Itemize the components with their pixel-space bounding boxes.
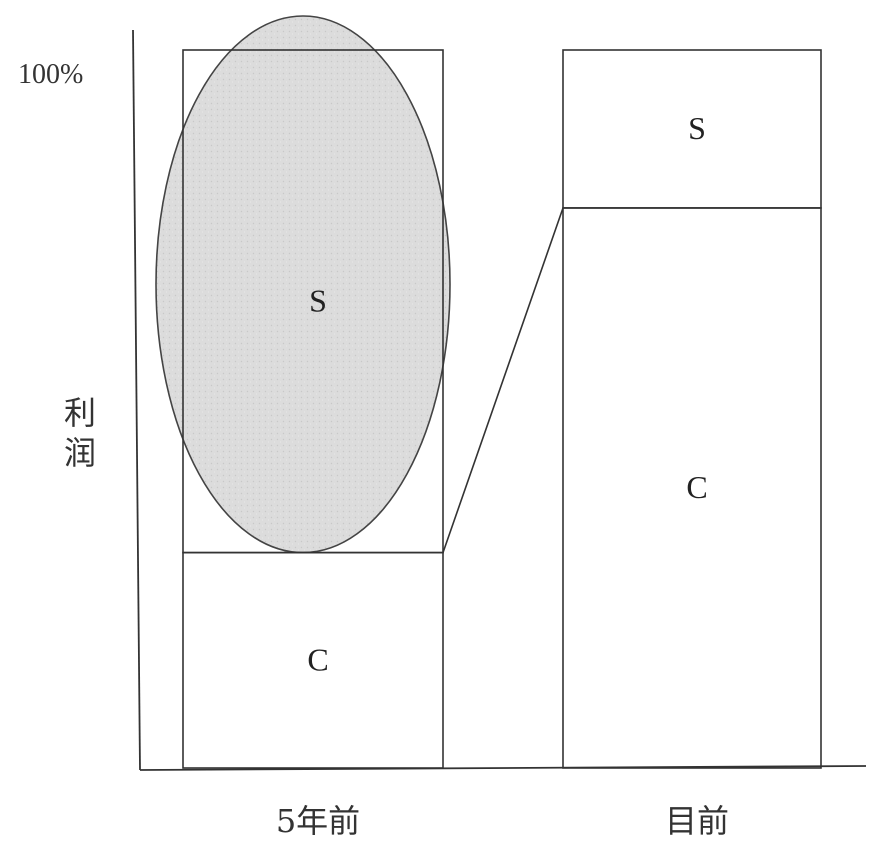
segment-label: S	[309, 282, 327, 318]
x-category-label: 目前	[665, 802, 729, 840]
x-category-label: 5年前	[276, 802, 360, 840]
connector-line	[442, 207, 564, 553]
segment-label: S	[688, 110, 706, 146]
y-axis-label: 利润	[64, 394, 96, 472]
profit-share-chart: C S C S 100% 利润 5年前 目前	[18, 15, 867, 840]
segment-label: C	[686, 469, 707, 505]
bar-group-1: C S	[562, 49, 822, 769]
y-tick-label: 100%	[18, 59, 83, 90]
y-axis-line	[132, 29, 141, 771]
highlight-ellipse	[155, 15, 451, 554]
segment-label: C	[307, 641, 328, 677]
